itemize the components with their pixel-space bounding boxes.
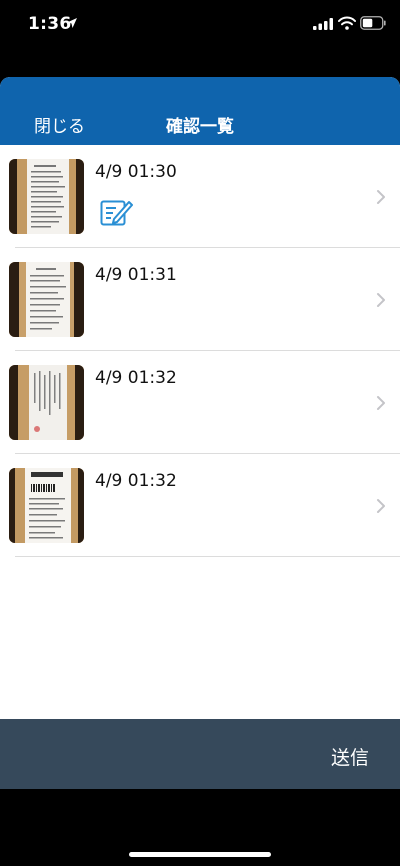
page-title: 確認一覧 xyxy=(166,117,234,137)
receipt-thumbnail xyxy=(9,468,84,543)
row-separator xyxy=(15,556,400,557)
item-timestamp: 4/9 01:32 xyxy=(95,368,177,388)
battery-icon xyxy=(360,16,386,30)
list-item[interactable]: 4/9 01:32 xyxy=(0,454,400,557)
list-item[interactable]: 4/9 01:32 xyxy=(0,351,400,454)
cellular-signal-icon xyxy=(313,18,333,30)
receipt-list: 4/9 01:30 4/9 01:31 4/9 01:32 4/9 01:32 xyxy=(0,145,400,557)
receipt-thumbnail xyxy=(9,159,84,234)
list-item[interactable]: 4/9 01:31 xyxy=(0,248,400,351)
item-timestamp: 4/9 01:31 xyxy=(95,265,177,285)
status-bar: 1:36 xyxy=(0,0,400,50)
home-indicator[interactable] xyxy=(129,852,271,857)
receipt-thumbnail xyxy=(9,365,84,440)
chevron-right-icon xyxy=(377,499,385,513)
confirmation-sheet: 閉じる 確認一覧 4/9 01:30 4/9 01:31 4/9 01:32 4… xyxy=(0,77,400,789)
item-timestamp: 4/9 01:30 xyxy=(95,162,177,182)
edit-icon xyxy=(100,200,133,226)
screen: 1:36 閉じる 確認一覧 4/9 01:30 4/9 01:31 4/9 01… xyxy=(0,0,400,866)
wifi-icon xyxy=(338,16,356,30)
chevron-right-icon xyxy=(377,190,385,204)
navigation-bar: 閉じる 確認一覧 xyxy=(0,77,400,145)
send-button[interactable]: 送信 xyxy=(331,743,369,770)
receipt-thumbnail xyxy=(9,262,84,337)
item-timestamp: 4/9 01:32 xyxy=(95,471,177,491)
list-item[interactable]: 4/9 01:30 xyxy=(0,145,400,248)
chevron-right-icon xyxy=(377,293,385,307)
chevron-right-icon xyxy=(377,396,385,410)
bottom-toolbar: 送信 xyxy=(0,719,400,789)
location-arrow-icon xyxy=(67,18,77,28)
status-time: 1:36 xyxy=(28,14,72,34)
